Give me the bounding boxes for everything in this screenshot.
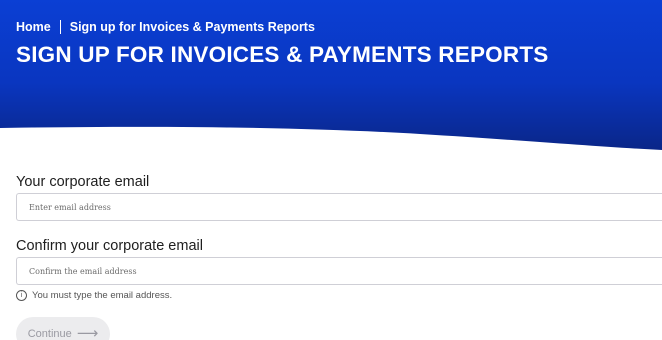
page: Home Sign up for Invoices & Payments Rep… — [0, 0, 662, 340]
breadcrumb: Home Sign up for Invoices & Payments Rep… — [16, 20, 315, 34]
validation-hint: i You must type the email address. — [16, 290, 662, 301]
email-field[interactable] — [16, 193, 662, 221]
signup-form: Your corporate email Confirm your corpor… — [16, 172, 662, 301]
confirm-email-field[interactable] — [16, 257, 662, 285]
hero-banner: Home Sign up for Invoices & Payments Rep… — [0, 0, 662, 160]
breadcrumb-current: Sign up for Invoices & Payments Reports — [69, 20, 315, 34]
confirm-email-label: Confirm your corporate email — [16, 238, 203, 254]
validation-hint-text: You must type the email address. — [32, 290, 173, 301]
breadcrumb-separator — [59, 20, 61, 34]
breadcrumb-home-link[interactable]: Home — [16, 20, 51, 34]
continue-button[interactable]: Continue ⟶ — [16, 317, 110, 340]
email-label: Your corporate email — [16, 174, 150, 190]
info-icon: i — [16, 290, 27, 301]
page-title: SIGN UP FOR INVOICES & PAYMENTS REPORTS — [16, 42, 549, 67]
arrow-right-icon: ⟶ — [76, 325, 99, 340]
continue-button-label: Continue — [27, 328, 72, 340]
